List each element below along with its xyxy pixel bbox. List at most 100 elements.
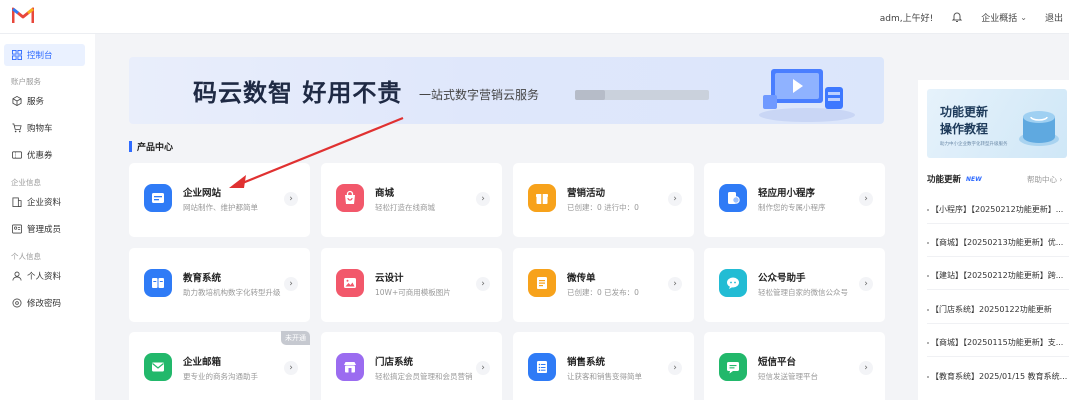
update-item-text: 【小程序】【20250212功能更新】...: [931, 205, 1064, 214]
flyer-icon: [528, 269, 556, 297]
sidebar-item-coupons[interactable]: 优惠券: [4, 144, 85, 166]
updates-panel: 功能更新 操作教程 助力中小企业数字化转型升级服务 功能更新 NEW 帮助中心 …: [918, 80, 1069, 400]
nav-group-account: 账户服务: [11, 77, 41, 86]
product-card-flyer[interactable]: 微传单 已创建：0 已发布：0 ›: [513, 248, 694, 322]
tutorial-banner-title-1: 功能更新: [940, 105, 989, 119]
nav-group-enterprise: 企业信息: [11, 178, 41, 187]
product-card-education[interactable]: 教育系统 助力教培机构数字化转型升级 ›: [129, 248, 310, 322]
chevron-right-icon[interactable]: ›: [668, 277, 682, 291]
banner-subtitle: 一站式数字营销云服务: [419, 88, 540, 102]
product-card-website[interactable]: 企业网站 网站制作、维护都简单 ›: [129, 163, 310, 237]
top-header: adm,上午好! 企业概括 ⌄ 退出: [0, 0, 1069, 34]
divider: [927, 256, 1069, 257]
product-card-sms[interactable]: 短信平台 短信发送管理平台 ›: [704, 332, 885, 400]
user-icon: [11, 271, 22, 282]
dashboard-icon: [11, 50, 22, 61]
section-title-text: 产品中心: [137, 142, 174, 153]
card-desc: 制作您的专属小程序: [758, 203, 826, 212]
bullet-icon: [927, 375, 929, 378]
tutorial-banner[interactable]: 功能更新 操作教程 助力中小企业数字化转型升级服务: [927, 89, 1067, 158]
card-desc: 助力教培机构数字化转型升级: [183, 288, 281, 297]
product-card-cloud-design[interactable]: 云设计 10W+可商用模板图片 ›: [321, 248, 502, 322]
sidebar-item-label: 个人资料: [27, 272, 62, 282]
sidebar-item-enterprise-profile[interactable]: 企业资料: [4, 191, 85, 213]
chevron-right-icon[interactable]: ›: [668, 361, 682, 375]
banner-title: 码云数智 好用不贵: [193, 79, 403, 107]
card-title: 销售系统: [567, 357, 606, 368]
help-center-link[interactable]: 帮助中心 ›: [1027, 174, 1062, 185]
banner-blurred-text-accent: [575, 90, 605, 100]
product-card-email[interactable]: 未开通 企业邮箱 更专业的商务沟通助手 ›: [129, 331, 310, 400]
update-item-text: 【建站】【20250212功能更新】跨...: [931, 271, 1064, 280]
promo-banner[interactable]: 码云数智 好用不贵 一站式数字营销云服务: [129, 57, 884, 124]
card-desc: 轻松管理自家的微信公众号: [758, 288, 848, 297]
notification-button[interactable]: [951, 11, 963, 23]
update-item-text: 【教育系统】2025/01/15 教育系统...: [931, 372, 1068, 381]
header-actions: adm,上午好! 企业概括 ⌄ 退出: [862, 0, 1063, 34]
chevron-right-icon[interactable]: ›: [859, 192, 873, 206]
chevron-right-icon[interactable]: ›: [859, 277, 873, 291]
update-item-text: 【门店系统】20250122功能更新: [931, 305, 1052, 314]
card-desc: 已创建：0 进行中：0: [567, 203, 639, 212]
update-item[interactable]: 【建站】【20250212功能更新】跨...: [927, 267, 1069, 284]
chevron-right-icon[interactable]: ›: [284, 361, 298, 375]
members-icon: [11, 224, 22, 235]
product-card-marketing[interactable]: 营销活动 已创建：0 进行中：0 ›: [513, 163, 694, 237]
card-title: 微传单: [567, 273, 596, 284]
book-icon: [144, 269, 172, 297]
not-activated-badge: 未开通: [281, 331, 310, 345]
enterprise-menu-label: 企业概括: [981, 13, 1018, 24]
chevron-right-icon[interactable]: ›: [284, 277, 298, 291]
card-title: 教育系统: [183, 273, 222, 284]
sidebar-item-cart[interactable]: 购物车: [4, 117, 85, 139]
section-accent-bar: [129, 140, 132, 152]
sidebar-item-personal-profile[interactable]: 个人资料: [4, 265, 85, 287]
chevron-right-icon[interactable]: ›: [859, 361, 873, 375]
sidebar-item-label: 服务: [27, 97, 45, 107]
product-card-sales[interactable]: 销售系统 让获客和销售变得简单 ›: [513, 332, 694, 400]
chevron-right-icon[interactable]: ›: [476, 277, 490, 291]
sidebar-item-label: 管理成员: [27, 225, 62, 235]
sidebar-item-change-password[interactable]: 修改密码: [4, 292, 85, 314]
card-title: 门店系统: [375, 357, 414, 368]
sidebar-item-members[interactable]: 管理成员: [4, 218, 85, 240]
divider: [927, 356, 1069, 357]
enterprise-menu[interactable]: 企业概括 ⌄: [981, 11, 1027, 24]
logout-link[interactable]: 退出: [1045, 11, 1063, 24]
sidebar-item-dashboard[interactable]: 控制台: [4, 44, 85, 66]
chevron-right-icon[interactable]: ›: [476, 192, 490, 206]
chevron-right-icon[interactable]: ›: [668, 192, 682, 206]
product-card-store[interactable]: 门店系统 轻松搞定会员管理和会员营销 ›: [321, 332, 502, 400]
coupon-icon: [11, 150, 22, 161]
new-badge: NEW: [966, 175, 982, 183]
card-title: 企业邮箱: [183, 357, 222, 368]
product-card-official-account[interactable]: 公众号助手 轻松管理自家的微信公众号 ›: [704, 248, 885, 322]
banner-illustration: [759, 69, 855, 122]
cart-icon: [11, 123, 22, 134]
card-desc: 让获客和销售变得简单: [567, 372, 642, 381]
sidebar-item-label: 修改密码: [27, 299, 62, 309]
product-card-shop[interactable]: 商城 轻松打造在线商城 ›: [321, 163, 502, 237]
product-card-miniapp[interactable]: 轻应用小程序 制作您的专属小程序 ›: [704, 163, 885, 237]
bullet-icon: [927, 241, 929, 244]
chevron-right-icon[interactable]: ›: [284, 192, 298, 206]
divider: [927, 289, 1069, 290]
lock-icon: [11, 298, 22, 309]
chevron-right-icon[interactable]: ›: [476, 361, 490, 375]
update-item[interactable]: 【教育系统】2025/01/15 教育系统...: [927, 368, 1069, 385]
card-desc: 已创建：0 已发布：0: [567, 288, 639, 297]
miniapp-icon: [719, 184, 747, 212]
card-title: 公众号助手: [758, 273, 806, 284]
brand-logo[interactable]: [12, 6, 34, 24]
update-item[interactable]: 【小程序】【20250212功能更新】...: [927, 201, 1069, 218]
sidebar-item-services[interactable]: 服务: [4, 90, 85, 112]
nav-group-personal: 个人信息: [11, 252, 41, 261]
website-icon: [144, 184, 172, 212]
update-item[interactable]: 【门店系统】20250122功能更新: [927, 301, 1069, 318]
tutorial-banner-title-2: 操作教程: [940, 122, 989, 136]
update-item-text: 【商城】【20250213功能更新】优...: [931, 238, 1064, 247]
update-item[interactable]: 【商城】【20250115功能更新】支...: [927, 334, 1069, 351]
tutorial-banner-caption: 助力中小企业数字化转型升级服务: [940, 142, 1008, 147]
sidebar-item-label: 优惠券: [27, 151, 53, 161]
update-item[interactable]: 【商城】【20250213功能更新】优...: [927, 234, 1069, 251]
